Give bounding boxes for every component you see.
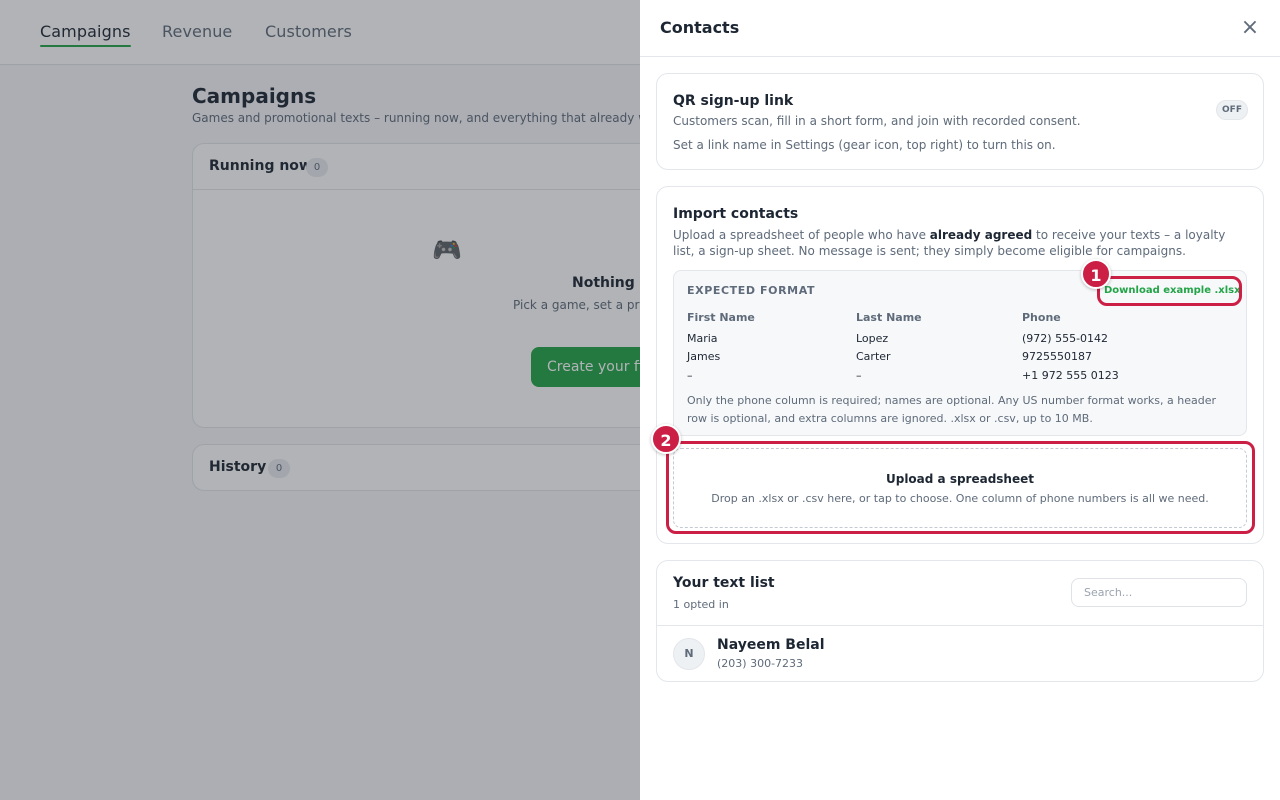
import-desc: Upload a spreadsheet of people who have … — [673, 227, 1249, 259]
table-cell: – — [687, 369, 693, 382]
qr-signup-card: QR sign-up link Customers scan, fill in … — [656, 73, 1264, 170]
callout-highlight-1 — [1097, 276, 1242, 306]
qr-toggle[interactable]: OFF — [1216, 100, 1248, 120]
import-desc-pre: Upload a spreadsheet of people who have — [673, 228, 930, 242]
avatar: N — [673, 638, 705, 670]
col-first-name: First Name — [687, 311, 755, 324]
col-last-name: Last Name — [856, 311, 922, 324]
table-cell: (972) 555-0142 — [1022, 332, 1109, 345]
import-desc-bold: already agreed — [929, 228, 1033, 242]
text-list-title: Your text list — [673, 575, 775, 591]
qr-desc: Customers scan, fill in a short form, an… — [673, 114, 1081, 128]
table-cell: Carter — [856, 350, 891, 363]
format-label: EXPECTED FORMAT — [687, 284, 816, 297]
table-cell: 9725550187 — [1022, 350, 1092, 363]
table-cell: Lopez — [856, 332, 889, 345]
opted-in-count: 1 opted in — [673, 598, 729, 611]
callout-badge-1: 1 — [1081, 259, 1111, 289]
contact-name: Nayeem Belal — [717, 637, 825, 653]
text-list-card: Your text list 1 opted in N Nayeem Belal… — [656, 560, 1264, 682]
drawer-title: Contacts — [660, 18, 740, 37]
list-item[interactable]: N Nayeem Belal (203) 300-7233 — [657, 626, 1263, 682]
callout-badge-2: 2 — [651, 424, 681, 454]
drawer-header: Contacts × — [640, 0, 1280, 57]
callout-highlight-2 — [666, 441, 1255, 534]
qr-title: QR sign-up link — [673, 93, 794, 109]
table-cell: – — [856, 369, 862, 382]
table-cell: Maria — [687, 332, 718, 345]
contact-phone: (203) 300-7233 — [717, 657, 804, 670]
search-input[interactable] — [1071, 578, 1247, 607]
contacts-drawer: Contacts × QR sign-up link Customers sca… — [640, 0, 1280, 800]
table-cell: +1 972 555 0123 — [1022, 369, 1119, 382]
close-icon[interactable]: × — [1238, 17, 1262, 41]
table-cell: James — [687, 350, 721, 363]
import-title: Import contacts — [673, 206, 799, 222]
col-phone: Phone — [1022, 311, 1061, 324]
qr-hint: Set a link name in Settings (gear icon, … — [673, 138, 1056, 152]
format-note: Only the phone column is required; names… — [687, 394, 1216, 425]
